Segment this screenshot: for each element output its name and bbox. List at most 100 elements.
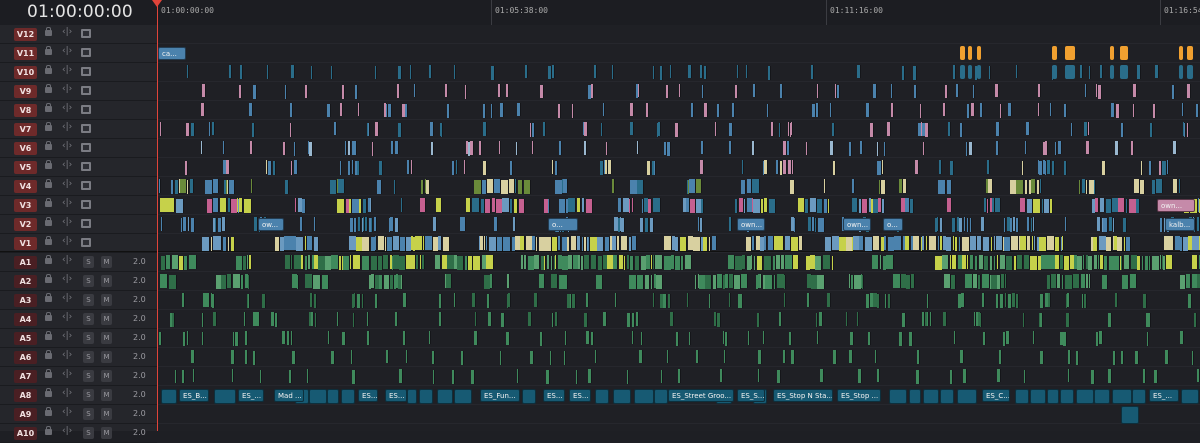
clip[interactable] <box>629 199 631 213</box>
clip[interactable] <box>371 218 373 232</box>
clip[interactable] <box>426 180 430 194</box>
clip[interactable] <box>791 350 795 364</box>
clip[interactable] <box>1052 65 1057 79</box>
clip[interactable] <box>930 312 932 326</box>
clip[interactable] <box>1123 218 1127 232</box>
track-name-badge[interactable]: V2 <box>14 218 37 231</box>
clip[interactable] <box>201 141 203 154</box>
clip[interactable] <box>351 350 353 364</box>
solo-button[interactable]: S <box>83 389 94 401</box>
clip[interactable] <box>285 180 289 194</box>
clip[interactable] <box>909 332 913 346</box>
clip[interactable] <box>970 218 972 232</box>
clip[interactable] <box>968 65 972 79</box>
clip[interactable] <box>584 313 588 327</box>
clip[interactable] <box>555 255 557 269</box>
clip[interactable] <box>518 180 523 194</box>
clip[interactable] <box>507 274 510 288</box>
clip[interactable] <box>1038 103 1040 116</box>
clip[interactable] <box>582 198 585 212</box>
clip[interactable] <box>517 369 519 383</box>
clip[interactable] <box>441 123 443 137</box>
clip[interactable] <box>479 141 482 155</box>
clip[interactable] <box>159 179 161 193</box>
clip[interactable] <box>517 103 521 116</box>
clip[interactable] <box>454 65 456 79</box>
clip[interactable] <box>314 237 319 251</box>
clip[interactable] <box>391 141 394 154</box>
clip[interactable] <box>540 332 543 346</box>
clip[interactable] <box>1068 369 1070 382</box>
clip[interactable] <box>858 369 862 383</box>
clip[interactable] <box>488 312 492 326</box>
clip[interactable] <box>399 369 403 383</box>
clip[interactable] <box>1108 313 1112 327</box>
clip[interactable] <box>975 256 978 270</box>
clip[interactable] <box>1156 179 1163 193</box>
clip[interactable] <box>947 180 952 194</box>
clip[interactable] <box>632 236 637 250</box>
clip[interactable] <box>532 123 535 137</box>
clip[interactable] <box>959 218 963 232</box>
clip[interactable] <box>1030 256 1038 270</box>
clip[interactable] <box>433 217 437 231</box>
clip[interactable] <box>956 84 959 97</box>
clip[interactable] <box>256 312 260 326</box>
clip[interactable] <box>824 179 826 193</box>
clip[interactable] <box>186 123 190 136</box>
clip[interactable] <box>1086 141 1090 154</box>
clip[interactable] <box>1130 274 1137 288</box>
clip[interactable] <box>950 161 954 175</box>
clip[interactable] <box>959 237 961 251</box>
clip[interactable] <box>403 331 406 345</box>
clip[interactable] <box>253 85 257 99</box>
clip[interactable] <box>1088 256 1093 270</box>
clip[interactable] <box>1057 274 1061 288</box>
clip[interactable] <box>1080 65 1083 78</box>
clip[interactable] <box>1116 104 1120 118</box>
clip[interactable] <box>1066 313 1070 327</box>
clip[interactable] <box>687 293 689 307</box>
clip[interactable] <box>572 294 576 308</box>
clip[interactable] <box>792 160 794 174</box>
track-lane[interactable] <box>157 310 1200 329</box>
clip[interactable] <box>830 141 834 155</box>
auto-select-icon[interactable]: ‹|› <box>62 274 72 284</box>
clip[interactable] <box>295 198 297 212</box>
clip[interactable] <box>752 179 760 193</box>
clip[interactable] <box>1135 351 1139 364</box>
clip[interactable] <box>1121 351 1124 364</box>
clip[interactable] <box>452 161 455 175</box>
clip[interactable] <box>1186 274 1191 288</box>
clip[interactable] <box>884 236 887 250</box>
clip[interactable] <box>737 65 739 78</box>
clip[interactable] <box>430 122 434 136</box>
clip[interactable] <box>245 350 248 364</box>
clip[interactable] <box>948 122 951 136</box>
named-clip[interactable]: ES... <box>385 389 407 402</box>
clip[interactable] <box>632 198 634 212</box>
clip[interactable] <box>365 217 368 231</box>
clip[interactable] <box>943 312 947 326</box>
clip[interactable] <box>1168 236 1174 250</box>
clip[interactable] <box>913 66 917 80</box>
clip[interactable] <box>798 198 805 212</box>
lock-icon[interactable] <box>45 217 52 226</box>
clip[interactable] <box>447 104 450 118</box>
clip[interactable] <box>407 389 417 404</box>
clip[interactable] <box>1004 237 1011 251</box>
clip[interactable] <box>637 275 644 289</box>
clip[interactable] <box>305 274 313 288</box>
clip[interactable] <box>353 313 355 327</box>
clip[interactable] <box>882 160 884 174</box>
clip[interactable] <box>368 123 370 136</box>
clip[interactable] <box>552 160 554 174</box>
clip[interactable] <box>1136 199 1140 213</box>
clip[interactable] <box>483 122 487 136</box>
mute-button[interactable]: M <box>101 408 112 420</box>
track-name-badge[interactable]: A6 <box>14 351 37 364</box>
clip[interactable] <box>487 294 490 308</box>
clip[interactable] <box>500 103 504 117</box>
clip[interactable] <box>227 274 232 288</box>
clip[interactable] <box>724 350 726 363</box>
